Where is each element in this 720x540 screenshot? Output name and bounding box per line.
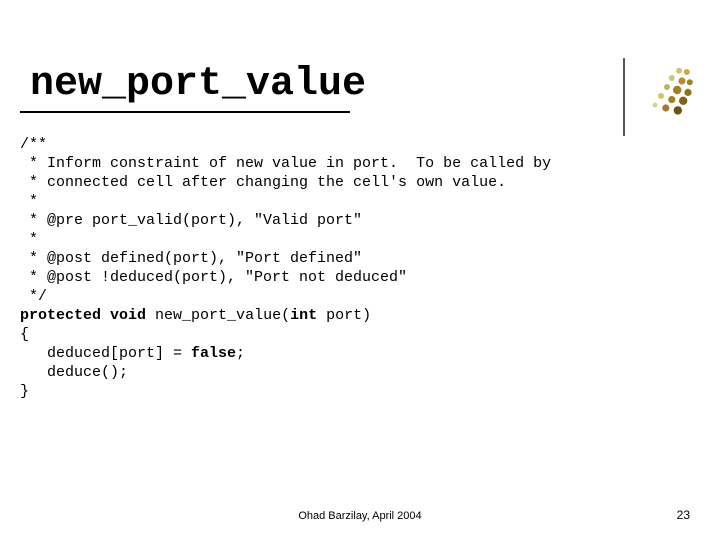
keyword-protected: protected bbox=[20, 307, 101, 324]
code-line: */ bbox=[20, 288, 47, 305]
code-line: /** bbox=[20, 136, 47, 153]
keyword-false: false bbox=[191, 345, 236, 362]
code-line: deduce(); bbox=[20, 364, 128, 381]
code-line: * @post defined(port), "Port defined" bbox=[20, 250, 362, 267]
code-line: deduced[port] = bbox=[20, 345, 191, 362]
title-block: new_port_value bbox=[20, 62, 700, 107]
code-line: * bbox=[20, 231, 38, 248]
code-block: /** * Inform constraint of new value in … bbox=[20, 135, 700, 401]
function-signature-tail: port) bbox=[317, 307, 371, 324]
code-line: ; bbox=[236, 345, 245, 362]
footer-text: Ohad Barzilay, April 2004 bbox=[0, 510, 720, 522]
keyword-void: void bbox=[110, 307, 146, 324]
code-line: { bbox=[20, 326, 29, 343]
code-line: * connected cell after changing the cell… bbox=[20, 174, 506, 191]
slide: new_port_value /** * Inform constraint o… bbox=[0, 0, 720, 540]
page-number: 23 bbox=[677, 508, 690, 522]
code-line: } bbox=[20, 383, 29, 400]
code-line: * @post !deduced(port), "Port not deduce… bbox=[20, 269, 407, 286]
code-line: * bbox=[20, 193, 38, 210]
function-name: new_port_value( bbox=[146, 307, 290, 324]
slide-title: new_port_value bbox=[20, 62, 700, 107]
title-underline bbox=[20, 111, 350, 113]
code-line: * @pre port_valid(port), "Valid port" bbox=[20, 212, 362, 229]
keyword-int: int bbox=[290, 307, 317, 324]
code-line: * Inform constraint of new value in port… bbox=[20, 155, 551, 172]
